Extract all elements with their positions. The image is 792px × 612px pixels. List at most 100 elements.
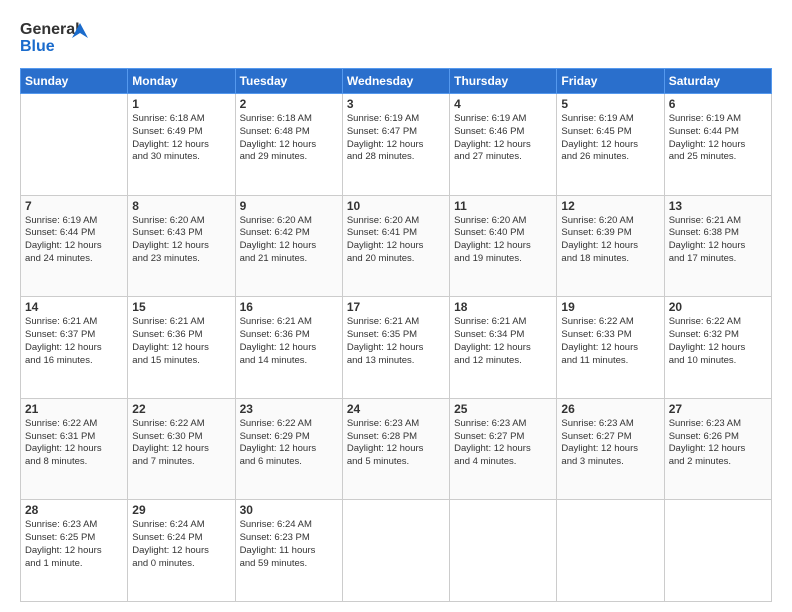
week-row-4: 28 Sunrise: 6:23 AM Sunset: 6:25 PM Dayli… [21,500,772,602]
day-number: 18 [454,300,552,314]
day-number: 6 [669,97,767,111]
day-number: 7 [25,199,123,213]
calendar-cell: 28 Sunrise: 6:23 AM Sunset: 6:25 PM Dayli… [21,500,128,602]
day-number: 26 [561,402,659,416]
day-info: Sunrise: 6:21 AM Sunset: 6:36 PM Dayligh… [240,316,338,367]
calendar-cell: 7 Sunrise: 6:19 AM Sunset: 6:44 PM Daylig… [21,195,128,297]
calendar-cell: 23Sunrise: 6:22 AM Sunset: 6:29 PM Dayli… [235,398,342,500]
calendar-cell: 22 Sunrise: 6:22 AM Sunset: 6:30 PM Dayli… [128,398,235,500]
day-info: Sunrise: 6:19 AM Sunset: 6:44 PM Dayligh… [25,215,123,266]
day-number: 10 [347,199,445,213]
day-info: Sunrise: 6:22 AM Sunset: 6:30 PM Dayligh… [132,418,230,469]
day-info: Sunrise: 6:24 AM Sunset: 6:23 PM Dayligh… [240,519,338,570]
calendar-cell: 15Sunrise: 6:21 AM Sunset: 6:36 PM Dayli… [128,297,235,399]
day-info: Sunrise: 6:23 AM Sunset: 6:25 PM Dayligh… [25,519,123,570]
calendar-cell: 13Sunrise: 6:21 AM Sunset: 6:38 PM Dayli… [664,195,771,297]
day-info: Sunrise: 6:19 AM Sunset: 6:46 PM Dayligh… [454,113,552,164]
day-info: Sunrise: 6:24 AM Sunset: 6:24 PM Dayligh… [132,519,230,570]
day-number: 30 [240,503,338,517]
day-info: Sunrise: 6:22 AM Sunset: 6:29 PM Dayligh… [240,418,338,469]
day-number: 5 [561,97,659,111]
calendar-cell: 24 Sunrise: 6:23 AM Sunset: 6:28 PM Dayli… [342,398,449,500]
calendar-cell: 4 Sunrise: 6:19 AM Sunset: 6:46 PM Daylig… [450,94,557,196]
day-info: Sunrise: 6:21 AM Sunset: 6:37 PM Dayligh… [25,316,123,367]
day-number: 4 [454,97,552,111]
week-row-1: 7 Sunrise: 6:19 AM Sunset: 6:44 PM Daylig… [21,195,772,297]
day-info: Sunrise: 6:22 AM Sunset: 6:31 PM Dayligh… [25,418,123,469]
calendar-cell: 2Sunrise: 6:18 AM Sunset: 6:48 PM Daylig… [235,94,342,196]
day-number: 19 [561,300,659,314]
day-number: 24 [347,402,445,416]
day-info: Sunrise: 6:20 AM Sunset: 6:41 PM Dayligh… [347,215,445,266]
day-info: Sunrise: 6:20 AM Sunset: 6:39 PM Dayligh… [561,215,659,266]
calendar-cell: 20 Sunrise: 6:22 AM Sunset: 6:32 PM Dayli… [664,297,771,399]
calendar-cell: 25Sunrise: 6:23 AM Sunset: 6:27 PM Dayli… [450,398,557,500]
calendar-cell [664,500,771,602]
calendar-cell: 11 Sunrise: 6:20 AM Sunset: 6:40 PM Dayli… [450,195,557,297]
day-info: Sunrise: 6:18 AM Sunset: 6:48 PM Dayligh… [240,113,338,164]
calendar-cell: 10 Sunrise: 6:20 AM Sunset: 6:41 PM Dayli… [342,195,449,297]
logo: GeneralBlue [20,18,100,58]
day-info: Sunrise: 6:21 AM Sunset: 6:36 PM Dayligh… [132,316,230,367]
calendar-cell: 14 Sunrise: 6:21 AM Sunset: 6:37 PM Dayli… [21,297,128,399]
day-info: Sunrise: 6:22 AM Sunset: 6:32 PM Dayligh… [669,316,767,367]
calendar-cell: 26 Sunrise: 6:23 AM Sunset: 6:27 PM Dayli… [557,398,664,500]
calendar-cell [21,94,128,196]
week-row-2: 14 Sunrise: 6:21 AM Sunset: 6:37 PM Dayli… [21,297,772,399]
day-header-sunday: Sunday [21,69,128,94]
logo-icon: GeneralBlue [20,18,100,58]
day-number: 17 [347,300,445,314]
calendar-cell [450,500,557,602]
day-info: Sunrise: 6:20 AM Sunset: 6:42 PM Dayligh… [240,215,338,266]
calendar-cell [557,500,664,602]
day-number: 13 [669,199,767,213]
day-number: 20 [669,300,767,314]
day-number: 14 [25,300,123,314]
calendar-cell: 8Sunrise: 6:20 AM Sunset: 6:43 PM Daylig… [128,195,235,297]
day-number: 27 [669,402,767,416]
day-number: 22 [132,402,230,416]
day-number: 12 [561,199,659,213]
calendar-cell: 9Sunrise: 6:20 AM Sunset: 6:42 PM Daylig… [235,195,342,297]
calendar-cell: 12 Sunrise: 6:20 AM Sunset: 6:39 PM Dayli… [557,195,664,297]
calendar-table: SundayMondayTuesdayWednesdayThursdayFrid… [20,68,772,602]
day-info: Sunrise: 6:23 AM Sunset: 6:28 PM Dayligh… [347,418,445,469]
day-header-thursday: Thursday [450,69,557,94]
page: GeneralBlue SundayMondayTuesdayWednesday… [0,0,792,612]
day-header-saturday: Saturday [664,69,771,94]
day-number: 11 [454,199,552,213]
day-info: Sunrise: 6:20 AM Sunset: 6:40 PM Dayligh… [454,215,552,266]
calendar-cell: 17 Sunrise: 6:21 AM Sunset: 6:35 PM Dayli… [342,297,449,399]
day-number: 1 [132,97,230,111]
week-row-3: 21 Sunrise: 6:22 AM Sunset: 6:31 PM Dayli… [21,398,772,500]
header: GeneralBlue [20,18,772,58]
day-number: 21 [25,402,123,416]
day-info: Sunrise: 6:21 AM Sunset: 6:34 PM Dayligh… [454,316,552,367]
week-row-0: 1 Sunrise: 6:18 AM Sunset: 6:49 PM Daylig… [21,94,772,196]
day-info: Sunrise: 6:19 AM Sunset: 6:44 PM Dayligh… [669,113,767,164]
calendar-cell [342,500,449,602]
day-info: Sunrise: 6:23 AM Sunset: 6:27 PM Dayligh… [454,418,552,469]
day-info: Sunrise: 6:19 AM Sunset: 6:47 PM Dayligh… [347,113,445,164]
calendar-cell: 16 Sunrise: 6:21 AM Sunset: 6:36 PM Dayli… [235,297,342,399]
svg-text:General: General [20,21,80,38]
day-header-tuesday: Tuesday [235,69,342,94]
calendar-cell: 27 Sunrise: 6:23 AM Sunset: 6:26 PM Dayli… [664,398,771,500]
day-info: Sunrise: 6:19 AM Sunset: 6:45 PM Dayligh… [561,113,659,164]
day-info: Sunrise: 6:23 AM Sunset: 6:27 PM Dayligh… [561,418,659,469]
day-info: Sunrise: 6:21 AM Sunset: 6:35 PM Dayligh… [347,316,445,367]
calendar-cell: 21 Sunrise: 6:22 AM Sunset: 6:31 PM Dayli… [21,398,128,500]
calendar-cell: 1 Sunrise: 6:18 AM Sunset: 6:49 PM Daylig… [128,94,235,196]
day-number: 28 [25,503,123,517]
svg-text:Blue: Blue [20,38,55,55]
calendar-cell: 29Sunrise: 6:24 AM Sunset: 6:24 PM Dayli… [128,500,235,602]
day-info: Sunrise: 6:18 AM Sunset: 6:49 PM Dayligh… [132,113,230,164]
calendar-cell: 5 Sunrise: 6:19 AM Sunset: 6:45 PM Daylig… [557,94,664,196]
day-header-monday: Monday [128,69,235,94]
calendar-cell: 3Sunrise: 6:19 AM Sunset: 6:47 PM Daylig… [342,94,449,196]
calendar-cell: 18 Sunrise: 6:21 AM Sunset: 6:34 PM Dayli… [450,297,557,399]
day-info: Sunrise: 6:23 AM Sunset: 6:26 PM Dayligh… [669,418,767,469]
day-header-wednesday: Wednesday [342,69,449,94]
day-header-friday: Friday [557,69,664,94]
day-number: 16 [240,300,338,314]
